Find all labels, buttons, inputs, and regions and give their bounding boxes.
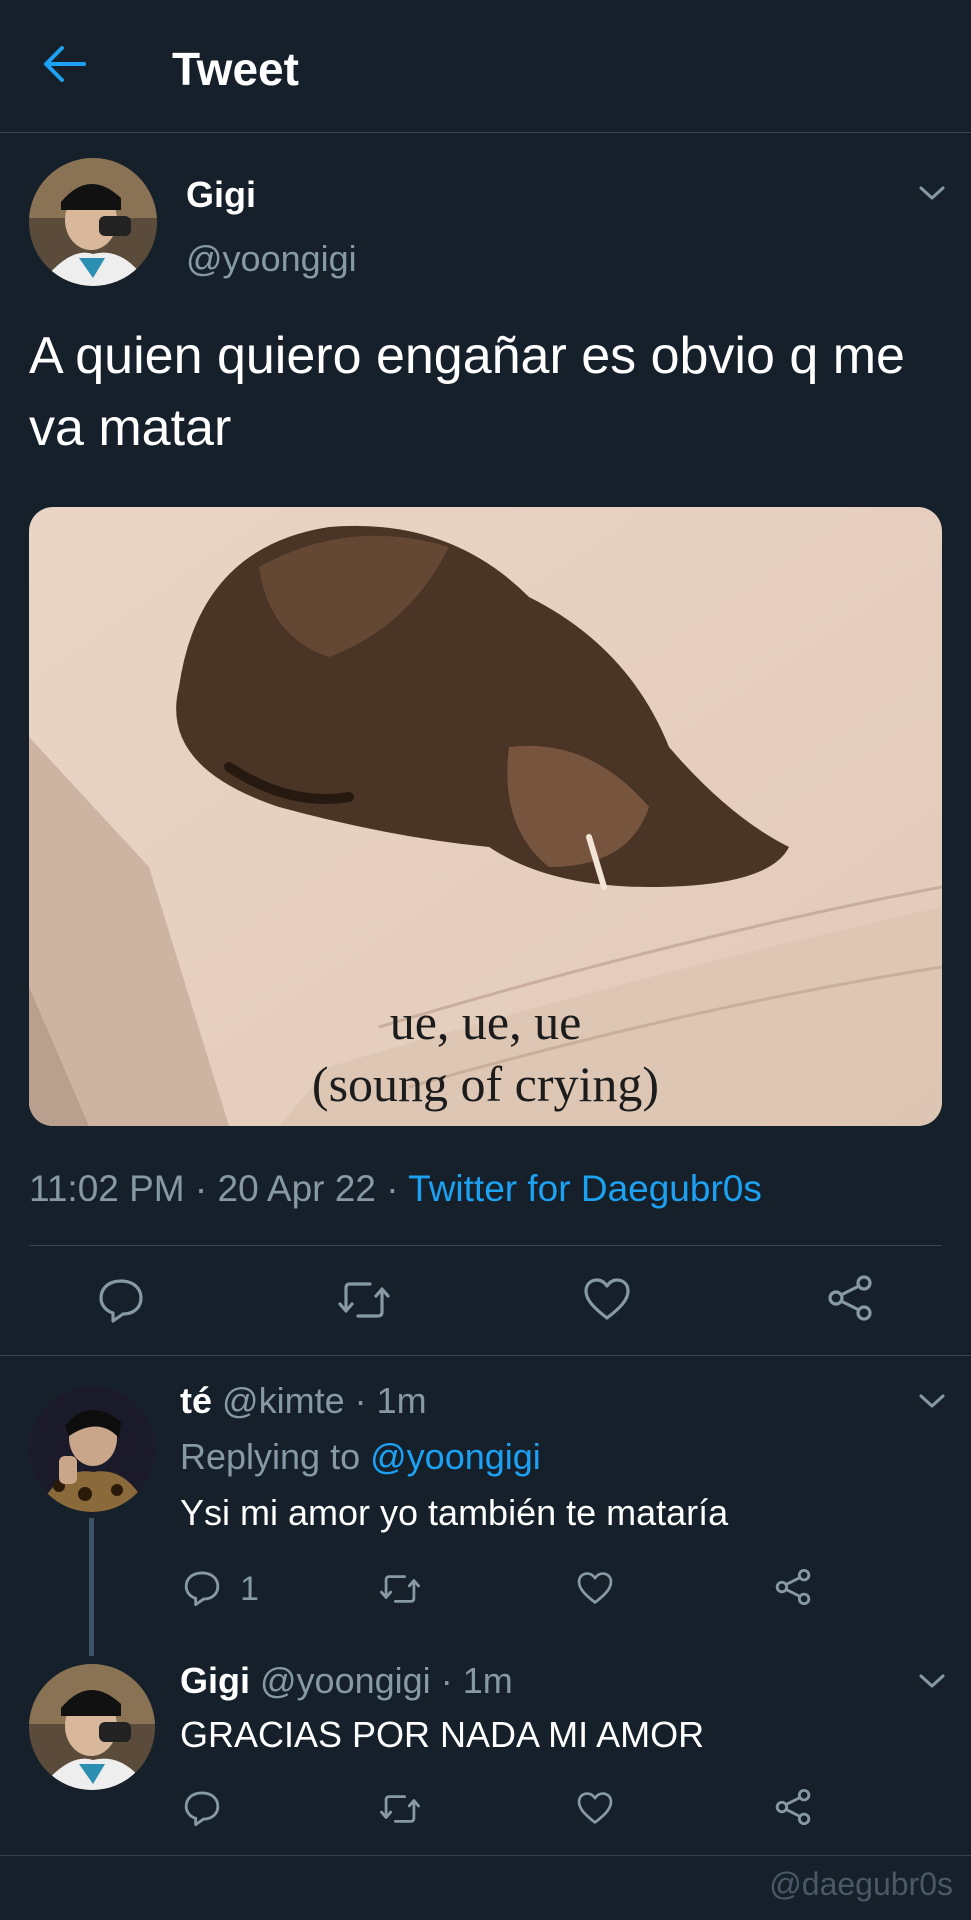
like-heart-icon[interactable] bbox=[582, 1276, 632, 1322]
reply-author-name[interactable]: té bbox=[180, 1380, 212, 1421]
replying-to: Replying to @yoongigi bbox=[180, 1436, 541, 1478]
reply-icon[interactable] bbox=[183, 1789, 221, 1827]
thread-line bbox=[89, 1518, 94, 1656]
reply-author-handle[interactable]: @kimte bbox=[222, 1380, 345, 1421]
watermark: @daegubr0s bbox=[769, 1866, 953, 1902]
meta-separator: · bbox=[194, 1168, 208, 1209]
reply-time: 1m bbox=[376, 1380, 427, 1421]
bottom-divider bbox=[0, 1855, 971, 1856]
share-icon[interactable] bbox=[774, 1788, 812, 1826]
tweet-meta: 11:02 PM · 20 Apr 22 · Twitter for Daegu… bbox=[29, 1168, 762, 1210]
retweet-icon[interactable] bbox=[336, 1278, 392, 1322]
reply-icon[interactable] bbox=[183, 1569, 221, 1607]
header-divider bbox=[0, 132, 971, 133]
tweet-date: 20 Apr 22 bbox=[217, 1168, 376, 1209]
tweet-text: A quien quiero engañar es obvio q me va … bbox=[29, 327, 905, 457]
reply-header: Gigi @yoongigi · 1m bbox=[180, 1660, 513, 1702]
meme-caption-line1: ue, ue, ue bbox=[389, 994, 582, 1050]
reply-count: 1 bbox=[240, 1570, 259, 1608]
chevron-down-icon[interactable] bbox=[918, 1392, 946, 1410]
tweet-image[interactable]: ue, ue, ue (soung of crying) bbox=[29, 507, 942, 1126]
share-icon[interactable] bbox=[826, 1274, 874, 1322]
replying-to-handle-link[interactable]: @yoongigi bbox=[370, 1436, 541, 1477]
replying-to-label: Replying to bbox=[180, 1436, 361, 1477]
author-handle[interactable]: @yoongigi bbox=[186, 238, 357, 280]
reply-author-name[interactable]: Gigi bbox=[180, 1660, 250, 1701]
reply-text: GRACIAS POR NADA MI AMOR bbox=[180, 1714, 705, 1755]
reply-separator: · bbox=[440, 1660, 453, 1701]
like-heart-icon[interactable] bbox=[576, 1790, 614, 1826]
meme-caption-line2: (soung of crying) bbox=[311, 1056, 660, 1112]
meta-separator: · bbox=[386, 1168, 399, 1209]
page-title: Tweet bbox=[172, 43, 299, 95]
reply-avatar[interactable] bbox=[29, 1664, 155, 1790]
reply-text: Ysi mi amor yo también te mataría bbox=[180, 1492, 729, 1533]
back-arrow-icon[interactable] bbox=[40, 44, 88, 84]
retweet-icon[interactable] bbox=[378, 1792, 422, 1826]
actions-divider bbox=[0, 1355, 971, 1356]
share-icon[interactable] bbox=[774, 1568, 812, 1606]
reply-icon[interactable] bbox=[97, 1276, 145, 1324]
retweet-icon[interactable] bbox=[378, 1572, 422, 1606]
tweet-time: 11:02 PM bbox=[29, 1168, 185, 1209]
chevron-down-icon[interactable] bbox=[918, 1672, 946, 1690]
reply-author-handle[interactable]: @yoongigi bbox=[260, 1660, 431, 1701]
tweet-source-link[interactable]: Twitter for Daegubr0s bbox=[408, 1168, 762, 1209]
meta-divider bbox=[29, 1245, 942, 1246]
chevron-down-icon[interactable] bbox=[918, 184, 946, 202]
like-heart-icon[interactable] bbox=[576, 1570, 614, 1606]
reply-time: 1m bbox=[462, 1660, 513, 1701]
reply-separator: · bbox=[354, 1380, 367, 1421]
reply-header: té @kimte · 1m bbox=[180, 1380, 427, 1422]
author-name[interactable]: Gigi bbox=[186, 174, 256, 216]
reply-avatar[interactable] bbox=[29, 1386, 155, 1512]
avatar[interactable] bbox=[29, 158, 157, 286]
